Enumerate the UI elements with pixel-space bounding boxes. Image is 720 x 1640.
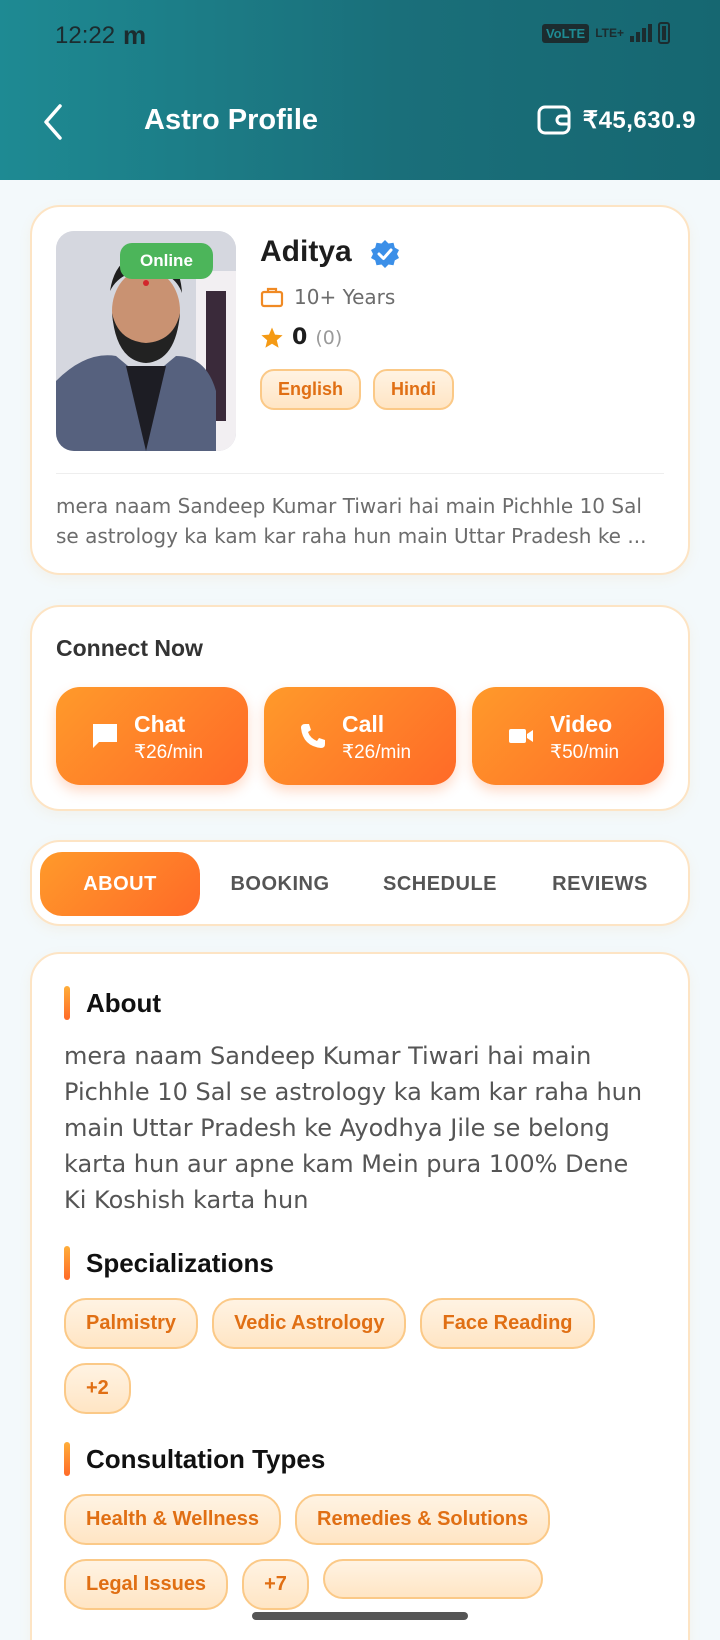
about-heading: About (64, 986, 161, 1020)
battery-icon (658, 22, 670, 44)
consultation-tag[interactable]: Health & Wellness (64, 1494, 282, 1545)
consultation-tags: Health & Wellness Remedies & Solutions L… (64, 1494, 648, 1610)
home-indicator[interactable] (252, 1612, 468, 1620)
verified-badge-icon (371, 240, 399, 268)
app-header: 12:22 m VoLTE LTE+ Astro Profile ₹45,630… (0, 0, 720, 180)
connect-title: Connect Now (56, 635, 203, 661)
tab-reviews[interactable]: REVIEWS (520, 852, 680, 916)
phone-icon (301, 724, 325, 748)
section-accent-bar (64, 1442, 70, 1476)
chevron-left-icon (44, 104, 62, 140)
wallet-balance-button[interactable]: ₹45,630.9 (537, 104, 696, 136)
back-button[interactable] (40, 102, 70, 142)
call-label: Call (342, 711, 385, 737)
about-title: About (86, 987, 162, 1018)
video-price: ₹50/min (550, 742, 620, 763)
chat-label: Chat (134, 711, 186, 737)
more-consultations-tag[interactable]: +7 (242, 1559, 309, 1610)
star-icon (261, 327, 283, 348)
bio-preview: mera naam Sandeep Kumar Tiwari hai main … (56, 494, 647, 548)
wallet-amount: ₹45,630.9 (582, 106, 696, 134)
language-chip: English (260, 369, 362, 410)
chat-icon (93, 724, 117, 748)
specialization-tag[interactable]: Face Reading (420, 1298, 595, 1349)
consultation-heading: Consultation Types (64, 1442, 325, 1476)
profile-tabs: ABOUT BOOKING SCHEDULE REVIEWS (30, 840, 690, 926)
specialization-tag[interactable]: Vedic Astrology (212, 1298, 407, 1349)
chat-button[interactable]: Chat ₹26/min (56, 687, 248, 785)
carrier-icon: m (123, 20, 147, 50)
experience-text: 10+ Years (294, 285, 396, 309)
divider (56, 473, 664, 474)
tab-about[interactable]: ABOUT (40, 852, 200, 916)
avatar[interactable]: Online (56, 231, 236, 451)
about-text: mera naam Sandeep Kumar Tiwari hai main … (64, 1042, 643, 1214)
profile-card: Online Aditya 10+ Years 0 (0) English Hi… (30, 205, 690, 575)
tab-booking[interactable]: BOOKING (200, 852, 360, 916)
language-chips: English Hindi (260, 369, 455, 410)
consultation-tag[interactable]: Remedies & Solutions (295, 1494, 551, 1545)
briefcase-icon (260, 287, 284, 308)
astrologer-name: Aditya (260, 235, 352, 268)
lte-label: LTE+ (595, 26, 624, 40)
signal-icon (630, 24, 652, 42)
status-time: 12:22 (55, 22, 116, 49)
chat-price: ₹26/min (134, 742, 204, 763)
call-button[interactable]: Call ₹26/min (264, 687, 456, 785)
section-accent-bar (64, 1246, 70, 1280)
call-price: ₹26/min (342, 742, 412, 763)
language-chip: Hindi (373, 369, 455, 410)
status-icons: VoLTE LTE+ (541, 22, 670, 44)
connect-card: Connect Now Chat ₹26/min Call ₹26/min Vi… (30, 605, 690, 811)
rating-count: (0) (315, 326, 343, 349)
online-badge: Online (120, 243, 213, 279)
specializations-heading: Specializations (64, 1246, 274, 1280)
section-accent-bar (64, 986, 70, 1020)
wallet-icon (537, 105, 571, 135)
video-button[interactable]: Video ₹50/min (472, 687, 664, 785)
video-camera-icon (509, 729, 533, 743)
about-card: About mera naam Sandeep Kumar Tiwari hai… (30, 952, 690, 1640)
page-title: Astro Profile (144, 104, 319, 136)
rating-value: 0 (292, 325, 308, 350)
specialization-tag[interactable]: Palmistry (64, 1298, 199, 1349)
specializations-title: Specializations (86, 1247, 274, 1278)
consultation-title: Consultation Types (86, 1443, 326, 1474)
specialization-tags: Palmistry Vedic Astrology Face Reading +… (64, 1298, 648, 1414)
experience-row: 10+ Years (260, 285, 395, 309)
volte-badge: VoLTE (541, 23, 590, 43)
consultation-tag[interactable]: Legal Issues (64, 1559, 229, 1610)
tab-schedule[interactable]: SCHEDULE (360, 852, 520, 916)
video-label: Video (550, 711, 613, 737)
consultation-tag-partial[interactable] (322, 1559, 543, 1599)
more-specializations-tag[interactable]: +2 (64, 1363, 131, 1414)
rating-row: 0 (0) (260, 325, 342, 350)
